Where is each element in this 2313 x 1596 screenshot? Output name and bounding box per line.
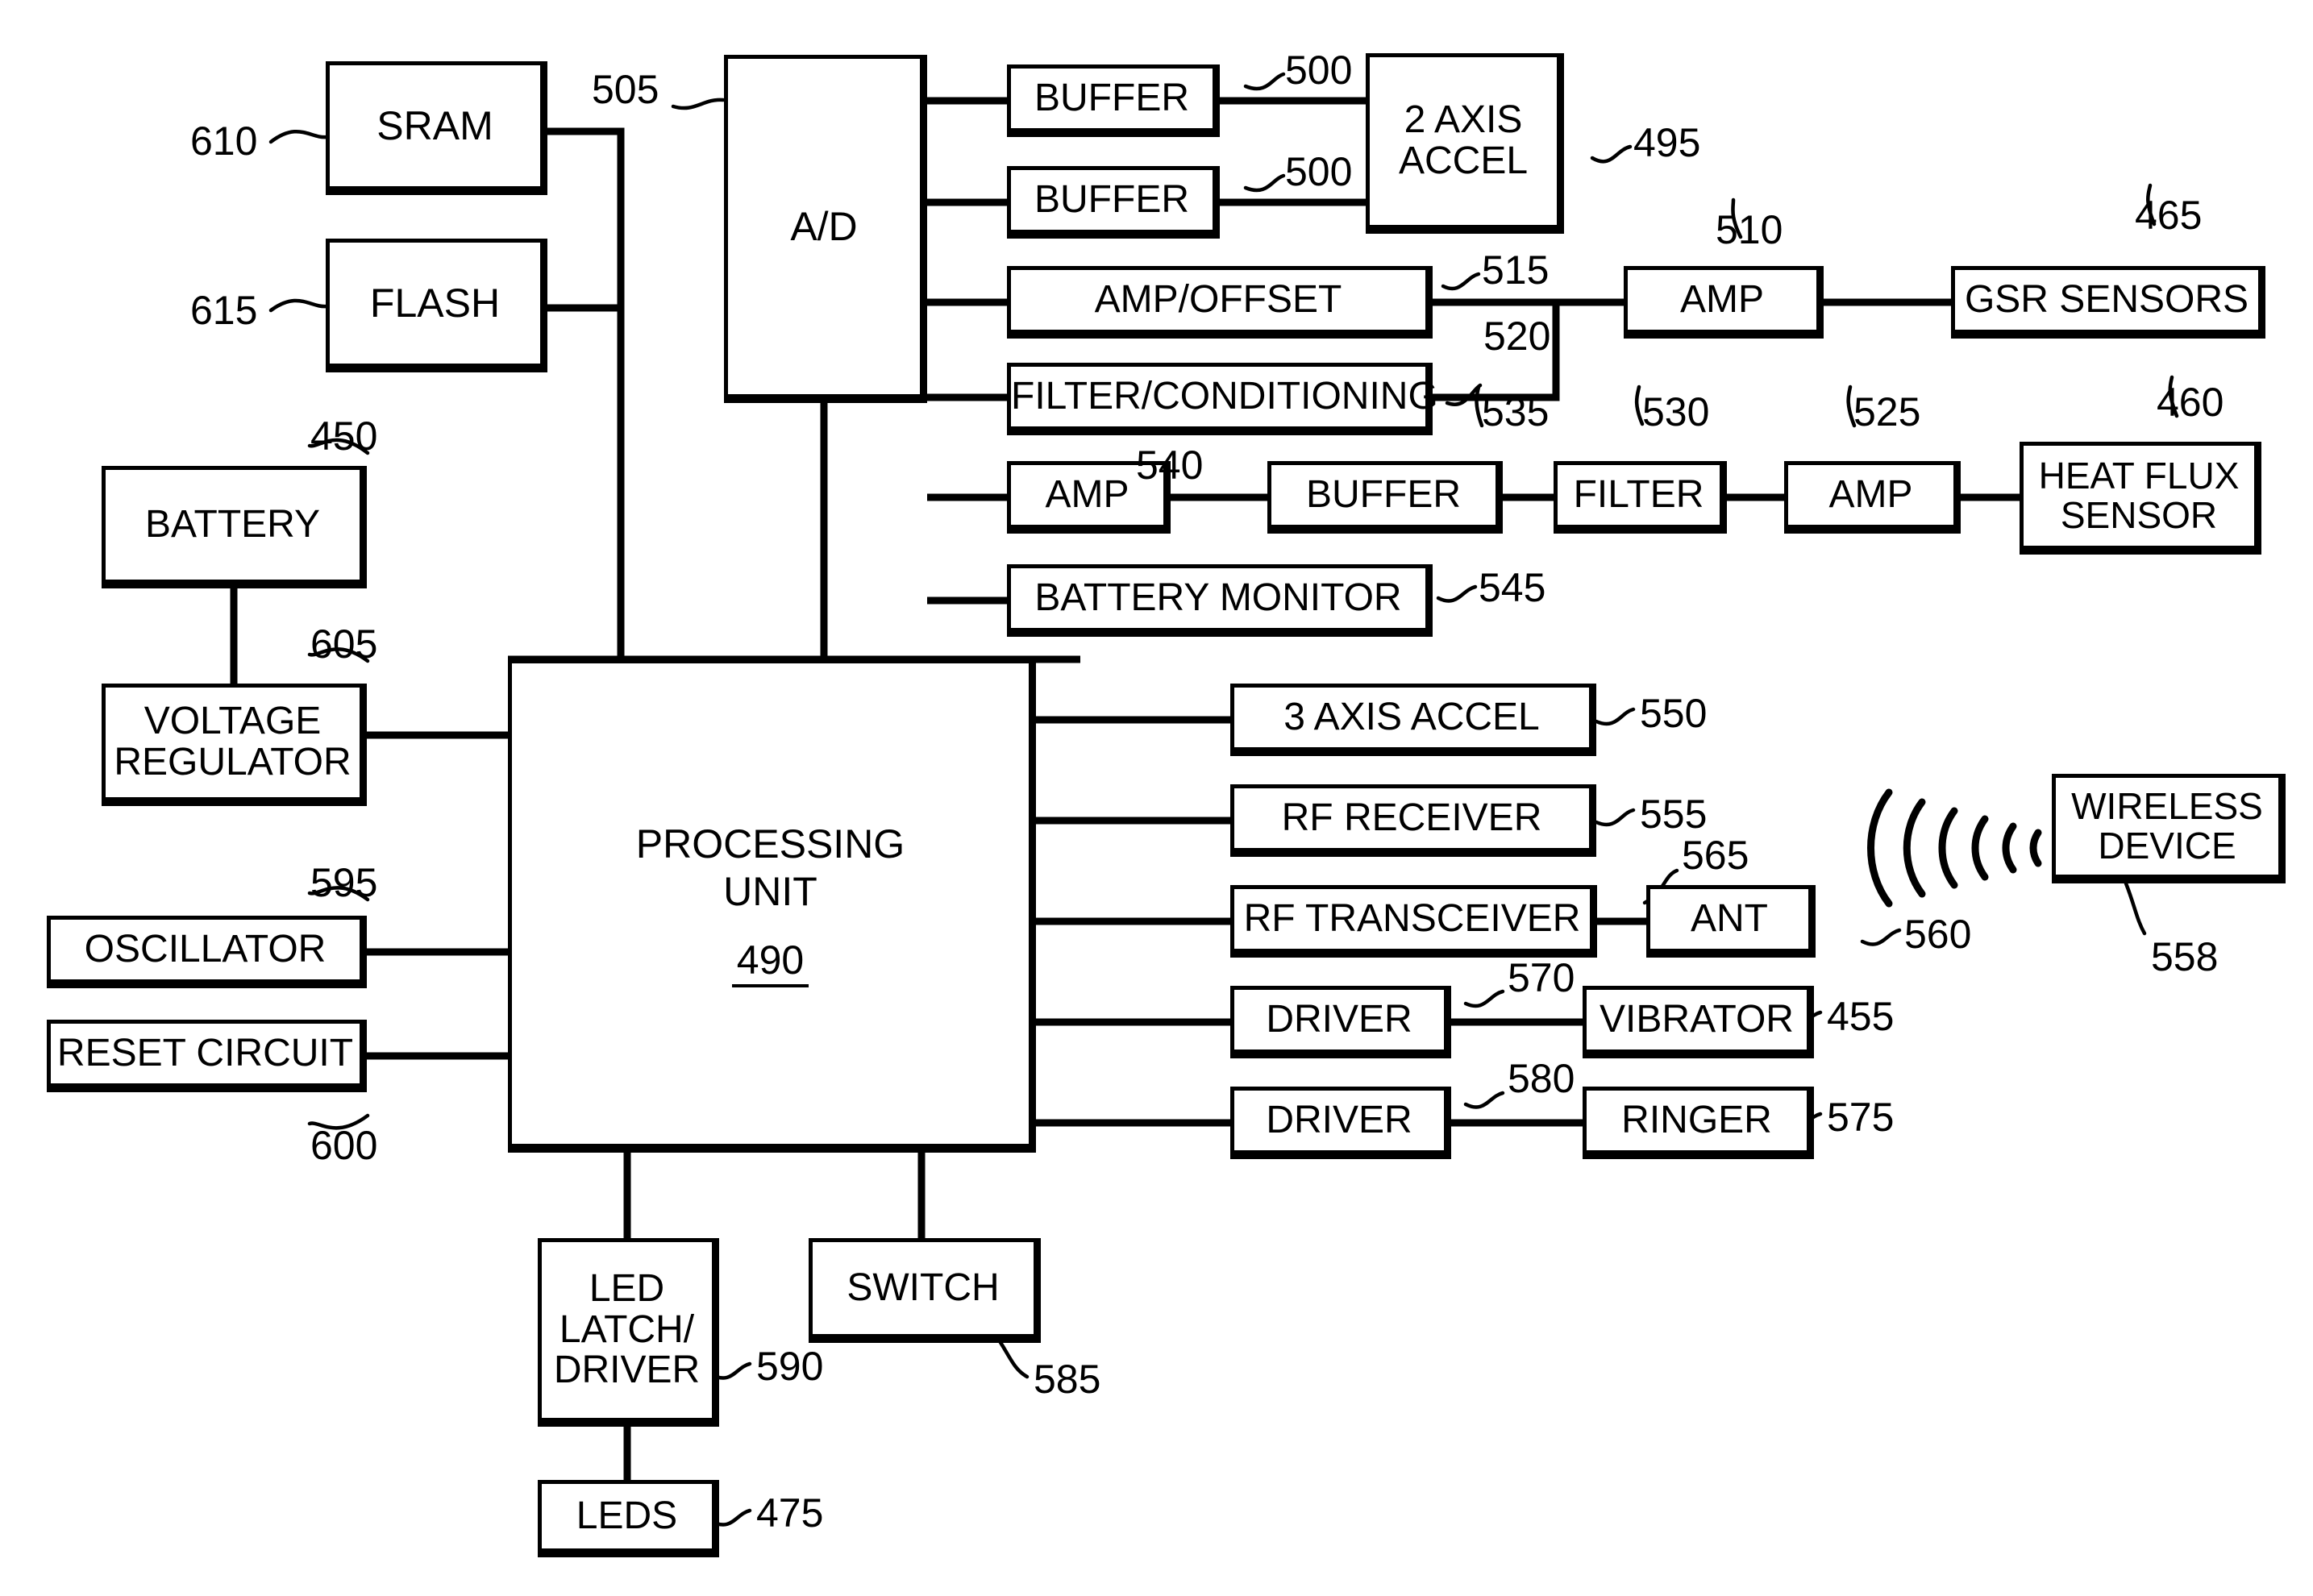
ref-605: 605 xyxy=(310,621,378,667)
ref-590: 590 xyxy=(756,1344,824,1389)
ref-545: 545 xyxy=(1479,565,1546,610)
ref-560: 560 xyxy=(1904,912,1972,957)
ref-570: 570 xyxy=(1508,955,1575,1000)
leader-515 xyxy=(1441,272,1481,291)
leader-495 xyxy=(1590,144,1633,164)
block-2-axis-accel[interactable]: 2 AXIS ACCEL xyxy=(1366,53,1564,234)
block-filter-conditioning[interactable]: FILTER/CONDITIONING xyxy=(1007,363,1438,435)
ref-475: 475 xyxy=(756,1490,824,1536)
leader-580 xyxy=(1463,1091,1505,1109)
block-diagram-canvas: SRAM FLASH A/D BUFFER BUFFER 2 AXIS ACCE… xyxy=(0,0,2313,1596)
block-voltage-regulator[interactable]: VOLTAGE REGULATOR xyxy=(102,684,367,806)
radio-wave-icon xyxy=(1867,788,2042,908)
leader-500b xyxy=(1243,173,1286,193)
leader-500a xyxy=(1243,72,1286,91)
block-driver-vibrator[interactable]: DRIVER xyxy=(1230,986,1451,1058)
block-gsr-sensors[interactable]: GSR SENSORS xyxy=(1951,266,2265,339)
ref-540: 540 xyxy=(1136,443,1204,488)
ref-550: 550 xyxy=(1640,691,1708,736)
block-vibrator[interactable]: VIBRATOR xyxy=(1583,986,1814,1058)
block-battery-monitor[interactable]: BATTERY MONITOR xyxy=(1007,564,1433,637)
ref-595: 595 xyxy=(310,860,378,905)
block-rf-receiver[interactable]: RF RECEIVER xyxy=(1230,784,1596,857)
block-ringer[interactable]: RINGER xyxy=(1583,1087,1814,1159)
block-amp-offset[interactable]: AMP/OFFSET xyxy=(1007,266,1433,339)
ref-450: 450 xyxy=(310,414,378,459)
leader-560 xyxy=(1860,928,1902,946)
leader-505 xyxy=(671,98,726,110)
ref-585: 585 xyxy=(1034,1357,1101,1402)
block-amp-gsr[interactable]: AMP xyxy=(1624,266,1824,339)
ref-558: 558 xyxy=(2151,934,2219,979)
leader-545 xyxy=(1436,584,1478,603)
leader-558 xyxy=(2124,881,2147,936)
ref-530: 530 xyxy=(1642,389,1710,434)
block-battery[interactable]: BATTERY xyxy=(102,466,367,588)
leader-555 xyxy=(1594,808,1636,827)
processing-unit-ref-number: 490 xyxy=(731,937,809,987)
block-rf-transceiver[interactable]: RF TRANSCEIVER xyxy=(1230,885,1597,958)
block-sram[interactable]: SRAM xyxy=(326,61,547,195)
block-buffer-accel-x[interactable]: BUFFER xyxy=(1007,64,1220,137)
block-3-axis-accel[interactable]: 3 AXIS ACCEL xyxy=(1230,684,1596,756)
block-filter-heatflux[interactable]: FILTER xyxy=(1554,461,1727,534)
ref-575: 575 xyxy=(1827,1095,1895,1140)
ref-535: 535 xyxy=(1482,389,1550,434)
block-amp-heatflux-sensor[interactable]: AMP xyxy=(1784,461,1961,534)
block-oscillator[interactable]: OSCILLATOR xyxy=(47,916,367,988)
wire-sram-bus xyxy=(547,127,625,688)
ref-525: 525 xyxy=(1853,389,1921,434)
leader-530 xyxy=(1634,384,1645,426)
ref-580: 580 xyxy=(1508,1056,1575,1101)
leader-610 xyxy=(268,129,329,144)
block-flash[interactable]: FLASH xyxy=(326,239,547,372)
block-buffer-accel-y[interactable]: BUFFER xyxy=(1007,166,1220,239)
ref-460: 460 xyxy=(2157,380,2224,425)
ref-565: 565 xyxy=(1682,833,1749,878)
block-processing-unit[interactable]: PROCESSING UNIT 490 xyxy=(508,659,1036,1153)
ref-555: 555 xyxy=(1640,792,1708,837)
block-antenna[interactable]: ANT xyxy=(1646,885,1816,958)
block-driver-ringer[interactable]: DRIVER xyxy=(1230,1087,1451,1159)
block-buffer-heatflux[interactable]: BUFFER xyxy=(1267,461,1503,534)
block-heat-flux-sensor[interactable]: HEAT FLUX SENSOR xyxy=(2020,442,2261,555)
ref-610: 610 xyxy=(190,118,258,164)
leader-615 xyxy=(268,298,329,313)
block-wireless-device[interactable]: WIRELESS DEVICE xyxy=(2052,774,2286,883)
ref-495: 495 xyxy=(1633,120,1701,165)
ref-455: 455 xyxy=(1827,994,1895,1039)
ref-515: 515 xyxy=(1482,247,1550,293)
ref-520: 520 xyxy=(1483,314,1551,359)
ref-505: 505 xyxy=(592,67,659,112)
ref-500-y: 500 xyxy=(1285,149,1353,194)
ref-510: 510 xyxy=(1716,207,1783,252)
ref-600: 600 xyxy=(310,1123,378,1168)
ref-465: 465 xyxy=(2135,193,2203,238)
leader-550 xyxy=(1594,707,1636,726)
block-reset-circuit[interactable]: RESET CIRCUIT xyxy=(47,1020,367,1092)
block-led-latch-driver[interactable]: LED LATCH/ DRIVER xyxy=(538,1238,719,1427)
block-ad-converter[interactable]: A/D xyxy=(724,55,927,403)
block-leds[interactable]: LEDS xyxy=(538,1480,719,1557)
leader-570 xyxy=(1463,989,1505,1008)
block-switch[interactable]: SWITCH xyxy=(809,1238,1041,1343)
ref-615: 615 xyxy=(190,288,258,333)
ref-500-x: 500 xyxy=(1285,48,1353,93)
